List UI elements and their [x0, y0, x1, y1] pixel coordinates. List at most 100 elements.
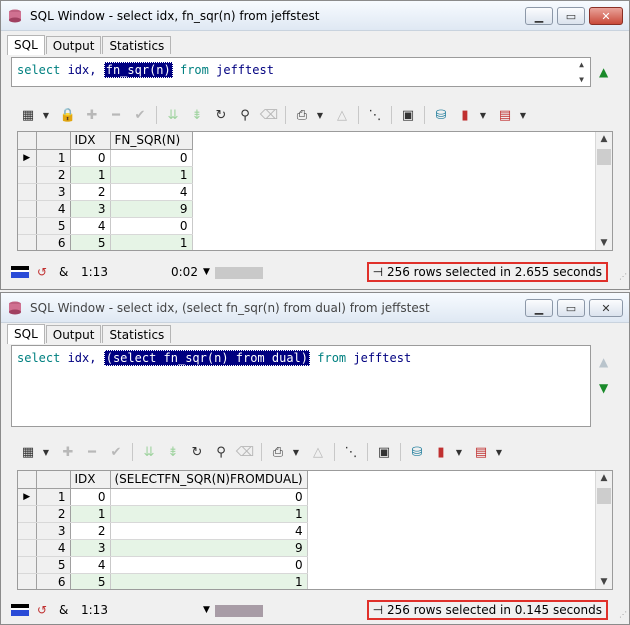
cell-idx[interactable]: 0 [70, 488, 111, 506]
add-icon[interactable]: ✚ [57, 441, 79, 463]
column-header-value[interactable]: (SELECTFN_SQR(N)FROMDUAL) [110, 471, 308, 489]
fetch-last-icon[interactable]: ⇟ [186, 104, 208, 126]
cell-idx[interactable]: 5 [70, 573, 111, 589]
scroll-up-icon[interactable]: ▲ [596, 473, 612, 483]
add-icon[interactable]: ✚ [81, 104, 103, 126]
cell-idx[interactable]: 3 [70, 200, 111, 218]
table-row[interactable]: 540 [18, 217, 193, 235]
cell-value[interactable]: 4 [110, 522, 308, 540]
scroll-down-icon[interactable]: ▼ [596, 577, 612, 587]
cell-value[interactable]: 1 [110, 166, 193, 184]
tree-icon[interactable]: ⋱ [364, 104, 386, 126]
cell-value[interactable]: 0 [110, 488, 308, 506]
table-icon[interactable]: ▤ [494, 104, 516, 126]
chevron-down-icon[interactable]: ▼ [203, 605, 210, 615]
break-icon[interactable]: ↺ [37, 603, 47, 617]
table-row[interactable]: 439 [18, 539, 308, 557]
chevron-down-icon[interactable]: ▼ [494, 441, 504, 463]
tab-sql[interactable]: SQL [7, 324, 45, 344]
tab-output[interactable]: Output [45, 36, 102, 54]
table-row[interactable]: 324 [18, 522, 308, 540]
grid-icon[interactable]: ▦ [17, 441, 39, 463]
lock-icon[interactable]: 🔒 [57, 104, 79, 126]
save-icon[interactable]: ▣ [373, 441, 395, 463]
cell-idx[interactable]: 2 [70, 183, 111, 201]
cell-value[interactable]: 0 [110, 149, 193, 167]
tab-output[interactable]: Output [45, 325, 102, 343]
cell-value[interactable]: 1 [110, 505, 308, 523]
chevron-down-icon[interactable]: ▼ [315, 104, 325, 126]
close-button[interactable]: ✕ [589, 7, 623, 25]
cell-idx[interactable]: 2 [70, 522, 111, 540]
cell-idx[interactable]: 0 [70, 149, 111, 167]
table-icon[interactable]: ▤ [470, 441, 492, 463]
chevron-down-icon[interactable]: ▼ [454, 441, 464, 463]
up-arrow-icon[interactable]: ▲ [599, 355, 608, 369]
results-grid[interactable]: IDX FN_SQR(N) ▶ 1 0 0 211 324 439 540 651 ▲… [17, 131, 613, 251]
cell-value[interactable]: 1 [110, 234, 193, 250]
minimize-button[interactable]: ▁ [525, 7, 553, 25]
table-row[interactable]: 540 [18, 556, 308, 574]
tab-statistics[interactable]: Statistics [102, 36, 172, 54]
table-row[interactable]: 211 [18, 166, 193, 184]
sql-editor[interactable]: select idx, (select fn_sqr(n) from dual)… [11, 345, 591, 427]
cell-value[interactable]: 9 [110, 539, 308, 557]
chevron-down-icon[interactable]: ▼ [478, 104, 488, 126]
cell-value[interactable]: 1 [110, 573, 308, 589]
scroll-up-icon[interactable]: ▲ [596, 134, 612, 144]
cell-value[interactable]: 0 [110, 217, 193, 235]
cell-value[interactable]: 4 [110, 183, 193, 201]
results-grid[interactable]: IDX (SELECTFN_SQR(N)FROMDUAL) ▶ 1 0 0 211 3… [17, 470, 613, 590]
break-icon[interactable]: ↺ [37, 265, 47, 279]
cell-idx[interactable]: 4 [70, 217, 111, 235]
table-row[interactable]: ▶ 1 0 0 [18, 488, 308, 506]
cell-idx[interactable]: 1 [70, 166, 111, 184]
fetch-next-icon[interactable]: ⇊ [138, 441, 160, 463]
refresh-icon[interactable]: ↻ [210, 104, 232, 126]
up-icon[interactable]: △ [307, 441, 329, 463]
grid-icon[interactable]: ▦ [17, 104, 39, 126]
remove-icon[interactable]: ━ [105, 104, 127, 126]
column-header-idx[interactable]: IDX [70, 132, 111, 150]
chevron-down-icon[interactable]: ▼ [41, 441, 51, 463]
tree-icon[interactable]: ⋱ [340, 441, 362, 463]
chevron-down-icon[interactable]: ▼ [291, 441, 301, 463]
table-row[interactable]: 651 [18, 573, 308, 589]
sql-editor[interactable]: select idx, fn_sqr(n) from jefftest ▲ ▼ [11, 57, 591, 87]
maximize-button[interactable]: ▭ [557, 299, 585, 317]
table-row[interactable]: ▶ 1 0 0 [18, 149, 193, 167]
clear-icon[interactable]: ⌫ [258, 104, 280, 126]
cell-value[interactable]: 9 [110, 200, 193, 218]
cell-idx[interactable]: 4 [70, 556, 111, 574]
minimize-button[interactable]: ▁ [525, 299, 553, 317]
cell-idx[interactable]: 5 [70, 234, 111, 250]
scroll-down-icon[interactable]: ▼ [596, 238, 612, 248]
print-icon[interactable]: ⎙ [267, 441, 289, 463]
table-row[interactable]: 324 [18, 183, 193, 201]
find-icon[interactable]: ⚲ [234, 104, 256, 126]
resize-grip-icon[interactable]: ⋰ [619, 610, 627, 619]
chevron-down-icon[interactable]: ▼ [41, 104, 51, 126]
scroll-thumb[interactable] [597, 149, 611, 165]
column-header-idx[interactable]: IDX [70, 471, 111, 489]
chart-icon[interactable]: ▮ [430, 441, 452, 463]
cell-idx[interactable]: 1 [70, 505, 111, 523]
scroll-up-icon[interactable]: ▲ [579, 60, 584, 69]
clear-icon[interactable]: ⌫ [234, 441, 256, 463]
close-button[interactable]: ✕ [589, 299, 623, 317]
remove-icon[interactable]: ━ [81, 441, 103, 463]
refresh-icon[interactable]: ↻ [186, 441, 208, 463]
up-arrow-icon[interactable]: ▲ [599, 65, 608, 79]
cell-value[interactable]: 0 [110, 556, 308, 574]
resize-grip-icon[interactable]: ⋰ [619, 272, 627, 281]
check-icon[interactable]: ✔ [105, 441, 127, 463]
export-icon[interactable]: ⛁ [430, 104, 452, 126]
table-row[interactable]: 651 [18, 234, 193, 250]
tab-sql[interactable]: SQL [7, 35, 45, 55]
fetch-last-icon[interactable]: ⇟ [162, 441, 184, 463]
maximize-button[interactable]: ▭ [557, 7, 585, 25]
column-header-value[interactable]: FN_SQR(N) [110, 132, 193, 150]
chart-icon[interactable]: ▮ [454, 104, 476, 126]
print-icon[interactable]: ⎙ [291, 104, 313, 126]
check-icon[interactable]: ✔ [129, 104, 151, 126]
